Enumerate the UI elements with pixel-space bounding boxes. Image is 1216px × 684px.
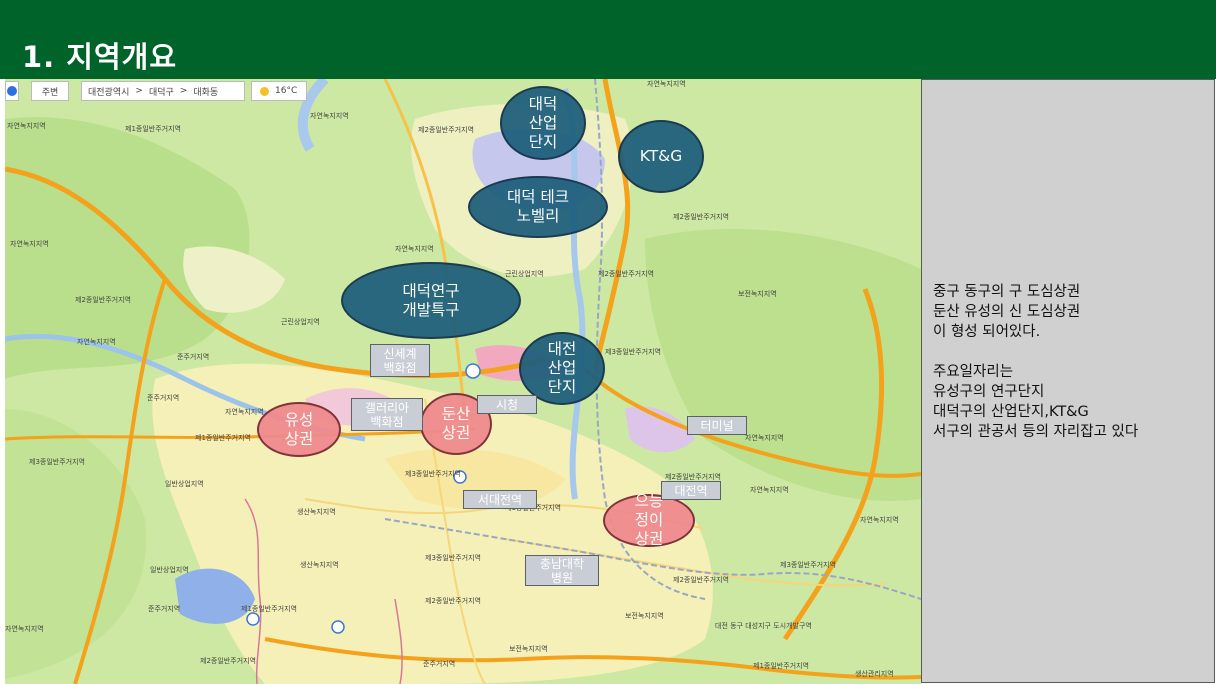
zone-label: 제3종일반주거지역 xyxy=(425,554,481,562)
chevron-right-icon: > xyxy=(179,86,188,96)
zone-label: 대전 동구 대성지구 도시개발구역 xyxy=(715,622,812,630)
zone-label: 준주거지역 xyxy=(147,394,180,402)
zone-label: 자연녹지지역 xyxy=(225,408,264,416)
zone-label: 제1종일반주거지역 xyxy=(195,434,251,442)
summary-panel: 중구 동구의 구 도심상권 둔산 유성의 신 도심상권 이 형성 되어있다. 주… xyxy=(921,79,1215,683)
breadcrumb-item[interactable]: 대화동 xyxy=(193,85,218,98)
landmark-chungnam-hospital[interactable]: 충남대학 병원 xyxy=(525,555,599,586)
landmark-galleria[interactable]: 갤러리아 백화점 xyxy=(351,398,423,431)
zone-euneungjeongi-commercial[interactable]: 으능 정이 상권 xyxy=(603,492,695,548)
zone-label: 제2종일반주거지역 xyxy=(673,213,729,221)
zone-label: 자연녹지지역 xyxy=(7,122,46,130)
zone-label: 준주거지역 xyxy=(148,605,181,613)
chevron-right-icon: > xyxy=(135,86,143,96)
zone-label: 자연녹지지역 xyxy=(310,112,349,120)
zone-label: 제3종일반주거지역 xyxy=(605,348,661,356)
summary-line: 중구 동구의 구 도심상권 xyxy=(933,284,1081,300)
zone-label: 제1종일반주거지역 xyxy=(241,605,297,613)
zone-label: 보전녹지지역 xyxy=(625,612,664,620)
zone-label: 보전녹지지역 xyxy=(509,645,548,653)
zone-label: 제3종일반주거지역 xyxy=(405,470,461,478)
temperature: 16°C xyxy=(275,86,298,96)
zone-label: 자연녹지지역 xyxy=(10,240,49,248)
map-background xyxy=(5,79,921,684)
zone-label: 제1종일반주거지역 xyxy=(125,125,181,133)
zone-yuseong-commercial[interactable]: 유성 상권 xyxy=(257,402,341,457)
zone-label: 생산녹지지역 xyxy=(300,561,339,569)
zone-label: 제2종일반주거지역 xyxy=(75,296,131,304)
zone-label: 제2종일반주거지역 xyxy=(200,657,256,665)
map-logo-icon xyxy=(5,81,19,101)
summary-line: 이 형성 되어있다. xyxy=(933,324,1041,340)
zone-label: 일반상업지역 xyxy=(165,480,204,488)
summary-line: 대덕구의 산업단지,KT&G xyxy=(933,404,1089,420)
zone-label: 일반상업지역 xyxy=(150,566,189,574)
summary-text: 중구 동구의 구 도심상권 둔산 유성의 신 도심상권 이 형성 되어있다. 주… xyxy=(933,282,1138,442)
zone-daedeok-innopolis[interactable]: 대덕연구 개발특구 xyxy=(341,262,521,339)
nearby-button[interactable]: 주변 xyxy=(31,81,69,101)
breadcrumb-item[interactable]: 대전광역시 xyxy=(88,85,129,98)
zone-daedeok-industrial[interactable]: 대덕 산업 단지 xyxy=(500,86,586,160)
summary-line: 둔산 유성의 신 도심상권 xyxy=(933,304,1081,320)
zone-label: 자연녹지지역 xyxy=(647,80,686,88)
breadcrumb: 대전광역시 > 대덕구 > 대화동 xyxy=(81,81,245,101)
zone-ktg[interactable]: KT&G xyxy=(618,120,704,193)
zone-label: 보전녹지지역 xyxy=(738,290,777,298)
summary-line: 주요일자리는 xyxy=(933,364,1014,380)
summary-line xyxy=(933,342,1138,362)
zone-daedeok-technovalley[interactable]: 대덕 테크 노벨리 xyxy=(468,176,608,238)
landmark-seodaejeon-station[interactable]: 서대전역 xyxy=(463,490,537,509)
zone-label: 준주거지역 xyxy=(177,353,210,361)
sun-icon xyxy=(260,86,269,96)
zone-label: 근린상업지역 xyxy=(505,270,544,278)
landmark-shinsegae[interactable]: 신세계 백화점 xyxy=(370,344,430,377)
zone-label: 생산녹지지역 xyxy=(297,508,336,516)
zone-label: 준주거지역 xyxy=(423,660,456,668)
zone-label: 자연녹지지역 xyxy=(745,434,784,442)
zone-label: 자연녹지지역 xyxy=(860,516,899,524)
zone-label: 제2종일반주거지역 xyxy=(673,576,729,584)
landmark-terminal[interactable]: 터미널 xyxy=(687,416,747,435)
zone-label: 자연녹지지역 xyxy=(395,245,434,253)
summary-line: 서구의 관공서 등의 자리잡고 있다 xyxy=(933,424,1139,440)
zone-label: 자연녹지지역 xyxy=(750,486,789,494)
zone-label: 근린상업지역 xyxy=(281,318,320,326)
zone-label: 생산관리지역 xyxy=(855,670,894,678)
zone-label: 자연녹지지역 xyxy=(5,625,44,633)
zone-label: 제1종일반주거지역 xyxy=(753,662,809,670)
zone-label: 제3종일반주거지역 xyxy=(780,561,836,569)
breadcrumb-item[interactable]: 대덕구 xyxy=(149,85,174,98)
zone-label: 제2종일반주거지역 xyxy=(598,270,654,278)
page-title: 1. 지역개요 xyxy=(22,40,178,74)
weather-widget: 16°C xyxy=(251,81,307,101)
zone-label: 제3종일반주거지역 xyxy=(29,458,85,466)
zoning-map[interactable]: 주변 대전광역시 > 대덕구 > 대화동 16°C 자연녹지지역 제1종일반주거… xyxy=(5,79,921,684)
zone-label: 자연녹지지역 xyxy=(77,338,116,346)
slide-header: 1. 지역개요 xyxy=(0,0,1216,79)
summary-line: 유성구의 연구단지 xyxy=(933,384,1045,400)
landmark-daejeon-station[interactable]: 대전역 xyxy=(661,481,721,500)
zone-label: 제2종일반주거지역 xyxy=(425,597,481,605)
landmark-city-hall[interactable]: 시청 xyxy=(477,395,537,414)
zone-label: 제2종일반주거지역 xyxy=(418,126,474,134)
